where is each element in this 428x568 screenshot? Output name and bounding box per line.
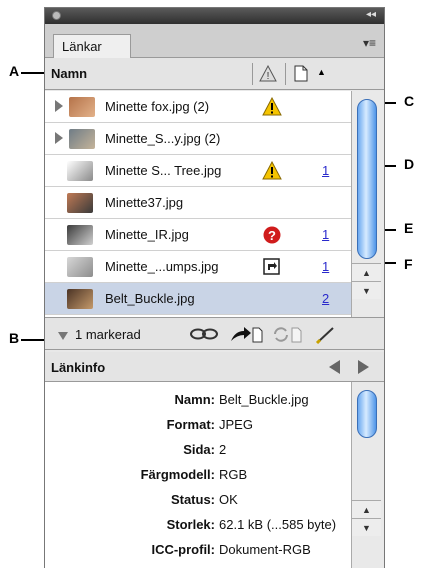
link-row[interactable]: Belt_Buckle.jpg 2: [45, 283, 351, 315]
image-thumbnail: [67, 289, 93, 309]
link-info-key: Sida:: [183, 442, 215, 457]
previous-link-icon[interactable]: [329, 360, 340, 374]
link-row[interactable]: Minette_S...y.jpg (2): [45, 123, 351, 155]
link-info-title: Länkinfo: [51, 360, 106, 375]
close-icon[interactable]: [52, 11, 61, 20]
image-thumbnail: [67, 257, 93, 277]
link-info-body: Namn: Belt_Buckle.jpg Format: JPEG Sida: 2 Fär…: [45, 382, 351, 568]
link-info-value: 62.1 kB (...585 byte): [219, 517, 337, 532]
callout-e: E: [404, 220, 414, 236]
callout-f: F: [404, 256, 413, 272]
link-info-header: Länkinfo: [45, 352, 384, 382]
callout-c: C: [404, 93, 415, 109]
link-info-value: JPEG: [219, 417, 253, 432]
links-panel: ◂◂ Länkar ▾≡ Namn ! ▲ Minette fox.jpg (2…: [44, 7, 385, 568]
column-header: Namn ! ▲: [45, 58, 384, 90]
callout-d: D: [404, 156, 415, 172]
callout-b: B: [9, 330, 20, 346]
svg-text:!: !: [267, 71, 270, 82]
link-name: Belt_Buckle.jpg: [105, 291, 195, 306]
link-info-value: OK: [219, 492, 238, 507]
link-info-toggle-icon[interactable]: [58, 332, 68, 340]
link-page-number[interactable]: 1: [322, 259, 329, 274]
link-name: Minette_IR.jpg: [105, 227, 189, 242]
scroll-down-button[interactable]: ▼: [352, 281, 381, 299]
column-separator: [252, 63, 253, 85]
panel-titlebar[interactable]: ◂◂: [45, 8, 384, 24]
scroll-up-button[interactable]: ▲: [352, 263, 381, 281]
panel-menu-icon[interactable]: ▾≡: [363, 36, 376, 50]
link-info-value: Belt_Buckle.jpg: [219, 392, 309, 407]
column-header-name[interactable]: Namn: [51, 66, 87, 81]
link-info-row: Format: JPEG: [45, 413, 351, 437]
link-row[interactable]: Minette_...umps.jpg 1: [45, 251, 351, 283]
link-name: Minette_S...y.jpg (2): [105, 131, 221, 146]
scroll-thumb[interactable]: [357, 99, 377, 259]
edit-original-icon[interactable]: [315, 326, 339, 344]
info-scroll-down-button[interactable]: ▼: [352, 518, 381, 536]
page-column-icon[interactable]: [294, 65, 308, 82]
link-info-row: Färgmodell: RGB: [45, 463, 351, 487]
link-info-row: Sida: 2: [45, 438, 351, 462]
embedded-icon[interactable]: [262, 257, 282, 277]
link-info-value: 2: [219, 442, 227, 457]
link-info-key: Status:: [170, 492, 215, 507]
links-toolbar: 1 markerad: [45, 317, 384, 350]
info-scroll-up-button[interactable]: ▲: [352, 500, 381, 518]
link-name: Minette fox.jpg (2): [105, 99, 210, 114]
link-row[interactable]: Minette37.jpg: [45, 187, 351, 219]
link-info-value: RGB: [219, 467, 248, 482]
missing-icon[interactable]: ?: [262, 225, 282, 245]
link-page-number[interactable]: 1: [322, 227, 329, 242]
link-page-number[interactable]: 2: [322, 291, 329, 306]
status-column-icon[interactable]: !: [259, 65, 277, 82]
warning-icon[interactable]: [262, 97, 282, 117]
link-name: Minette S... Tree.jpg: [105, 163, 222, 178]
link-name: Minette37.jpg: [105, 195, 184, 210]
link-info-key: Namn:: [174, 392, 215, 407]
link-info-scrollbar[interactable]: ▲ ▼: [351, 382, 384, 568]
links-list-scrollbar[interactable]: ▲ ▼: [351, 91, 384, 317]
link-info-key: ICC-profil:: [151, 542, 215, 557]
expand-triangle-icon[interactable]: [55, 132, 63, 144]
info-scroll-thumb[interactable]: [357, 390, 377, 438]
link-info-row: Namn: Belt_Buckle.jpg: [45, 388, 351, 412]
callout-a: A: [9, 63, 20, 79]
svg-text:?: ?: [268, 228, 276, 243]
tab-links[interactable]: Länkar: [53, 34, 131, 58]
column-separator: [285, 63, 286, 85]
link-info-row: Status: OK: [45, 488, 351, 512]
link-info-key: Färgmodell:: [140, 467, 215, 482]
selected-count: 1 markerad: [75, 327, 141, 342]
link-row[interactable]: Minette fox.jpg (2): [45, 91, 351, 123]
image-thumbnail: [69, 129, 95, 149]
warning-icon[interactable]: [262, 161, 282, 181]
update-link-icon[interactable]: [271, 326, 303, 343]
link-info-key: Format:: [166, 417, 215, 432]
links-panel-figure: A B C D E F ◂◂ Länkar ▾≡ Namn ! ▲ Minett…: [0, 0, 428, 568]
expand-triangle-icon[interactable]: [55, 100, 63, 112]
image-thumbnail: [67, 193, 93, 213]
link-name: Minette_...umps.jpg: [105, 259, 219, 274]
links-list: Minette fox.jpg (2) Minette_S...y.jpg (2)…: [45, 91, 351, 317]
sort-arrow-icon[interactable]: ▲: [317, 67, 326, 77]
collapse-icon[interactable]: ◂◂: [366, 9, 376, 20]
image-thumbnail: [67, 161, 93, 181]
relink-icon[interactable]: [189, 326, 219, 342]
link-info-value: Dokument-RGB: [219, 542, 311, 557]
panel-tab-row: Länkar ▾≡: [45, 24, 384, 58]
link-page-number[interactable]: 1: [322, 163, 329, 178]
link-row[interactable]: Minette S... Tree.jpg 1: [45, 155, 351, 187]
link-info-key: Storlek:: [166, 517, 215, 532]
next-link-icon[interactable]: [358, 360, 369, 374]
link-info-row: Storlek: 62.1 kB (...585 byte): [45, 513, 351, 537]
image-thumbnail: [69, 97, 95, 117]
link-info-row: ICC-profil: Dokument-RGB: [45, 538, 351, 562]
link-row[interactable]: Minette_IR.jpg? 1: [45, 219, 351, 251]
go-to-link-icon[interactable]: [229, 326, 263, 343]
image-thumbnail: [67, 225, 93, 245]
